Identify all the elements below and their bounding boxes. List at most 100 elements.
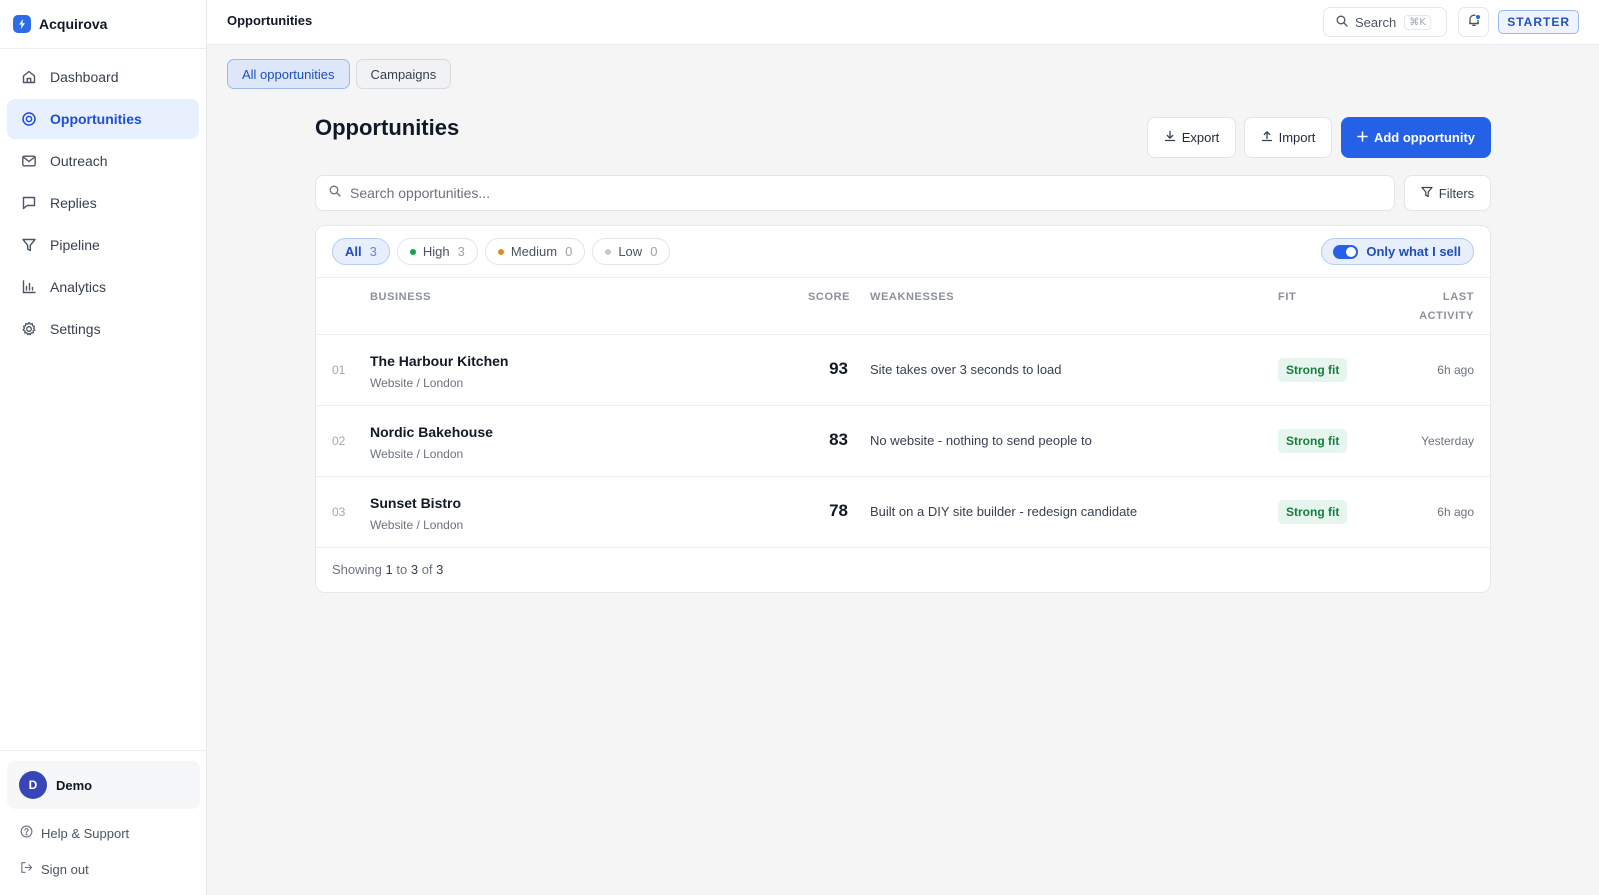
bar-chart-icon	[21, 279, 37, 295]
sidebar-item-label: Analytics	[50, 279, 107, 295]
sidebar-item-settings[interactable]: Settings	[7, 309, 199, 349]
page-title: Opportunities	[315, 115, 460, 140]
last-activity: Yesterday	[1421, 434, 1474, 448]
help-circle-icon	[20, 825, 33, 841]
keyboard-shortcut: ⌘K	[1404, 14, 1431, 30]
business-name[interactable]: The Harbour Kitchen	[370, 353, 508, 369]
business-meta: Website / London	[370, 447, 464, 461]
search-icon	[1336, 15, 1348, 30]
sidebar-item-dashboard[interactable]: Dashboard	[7, 57, 199, 97]
column-last-activity[interactable]: LAST ACTIVITY	[1419, 288, 1474, 326]
chip-count: 3	[457, 244, 465, 259]
tab-all-opportunities[interactable]: All opportunities	[227, 59, 350, 89]
sidebar-footer: D Demo Help & Support Sign out	[0, 750, 207, 895]
sidebar-item-label: Dashboard	[50, 69, 119, 85]
chip-label: Low	[618, 244, 643, 259]
view-tabs: All opportunities Campaigns	[227, 59, 452, 89]
message-icon	[21, 195, 37, 211]
brand[interactable]: Acquirova	[0, 0, 206, 49]
sidebar-item-outreach[interactable]: Outreach	[7, 141, 199, 181]
table-row[interactable]: 03 Sunset Bistro Website / London 78 Bui…	[316, 477, 1490, 548]
user-card[interactable]: D Demo	[7, 761, 200, 809]
toggle-label: Only what I sell	[1366, 244, 1461, 259]
table-row[interactable]: 02 Nordic Bakehouse Website / London 83 …	[316, 406, 1490, 477]
top-bar: Opportunities Search ⌘K STARTER	[207, 0, 1599, 45]
chip-low[interactable]: Low 0	[592, 238, 671, 265]
sidebar-item-replies[interactable]: Replies	[7, 183, 199, 223]
chip-count: 3	[369, 244, 377, 259]
weakness-text: No website - nothing to send people to	[870, 433, 1092, 448]
column-label-line: LAST	[1442, 291, 1474, 303]
pagination-text: to	[396, 562, 408, 577]
sidebar-item-label: Replies	[50, 195, 97, 211]
export-button[interactable]: Export	[1147, 117, 1236, 158]
filter-icon	[1421, 186, 1433, 201]
status-dot	[497, 248, 504, 255]
chip-high[interactable]: High 3	[396, 238, 478, 265]
sidebar-item-opportunities[interactable]: Opportunities	[7, 99, 199, 139]
sign-out-link[interactable]: Sign out	[7, 851, 200, 887]
opportunities-card: All 3 High 3 Medium 0 Low 0 Only what I …	[315, 225, 1491, 593]
add-opportunity-label: Add opportunity	[1373, 130, 1476, 145]
priority-filter-chips: All 3 High 3 Medium 0 Low 0	[332, 238, 671, 265]
global-search-button[interactable]: Search ⌘K	[1323, 7, 1447, 37]
sign-out-icon	[20, 861, 33, 877]
upload-icon	[1261, 130, 1273, 145]
chip-label: High	[422, 244, 450, 259]
row-rank: 03	[332, 505, 346, 519]
sidebar-item-analytics[interactable]: Analytics	[7, 267, 199, 307]
row-rank: 01	[332, 363, 346, 377]
download-icon	[1164, 130, 1176, 145]
column-weaknesses[interactable]: WEAKNESSES	[870, 288, 954, 307]
business-meta: Website / London	[370, 376, 464, 390]
import-button[interactable]: Import	[1244, 117, 1332, 158]
last-activity: 6h ago	[1437, 363, 1474, 377]
toggle-knob	[1346, 246, 1357, 257]
sidebar-item-label: Pipeline	[50, 237, 100, 253]
business-name[interactable]: Nordic Bakehouse	[370, 424, 493, 440]
business-meta: Website / London	[370, 518, 464, 532]
column-label-line: ACTIVITY	[1419, 310, 1474, 322]
sidebar-item-label: Settings	[50, 321, 101, 337]
chip-medium[interactable]: Medium 0	[484, 238, 586, 265]
tab-campaigns[interactable]: Campaigns	[355, 59, 452, 89]
search-input[interactable]	[350, 185, 1350, 201]
status-dot	[605, 248, 612, 255]
chip-label: All	[345, 244, 362, 259]
fit-badge: Strong fit	[1278, 500, 1348, 524]
chip-all[interactable]: All 3	[332, 238, 390, 265]
home-icon	[21, 69, 37, 85]
topbar-title: Opportunities	[227, 13, 313, 28]
target-icon	[21, 111, 37, 127]
status-dot	[409, 248, 416, 255]
column-business[interactable]: BUSINESS	[370, 288, 431, 307]
sidebar-item-label: Outreach	[50, 153, 108, 169]
search-label: Search	[1355, 14, 1397, 30]
toggle-switch[interactable]	[1333, 244, 1359, 259]
business-name[interactable]: Sunset Bistro	[370, 495, 461, 511]
sign-out-label: Sign out	[41, 861, 89, 877]
sidebar-item-pipeline[interactable]: Pipeline	[7, 225, 199, 265]
avatar: D	[19, 771, 47, 799]
chip-count: 0	[565, 244, 573, 259]
pagination-summary: Showing 1 to 3 of 3	[332, 562, 443, 577]
mail-icon	[21, 153, 37, 169]
filters-button[interactable]: Filters	[1404, 175, 1491, 211]
only-what-i-sell-toggle[interactable]: Only what I sell	[1321, 238, 1474, 265]
column-score[interactable]: SCORE	[808, 288, 850, 307]
fit-badge: Strong fit	[1278, 358, 1348, 382]
table-row[interactable]: 01 The Harbour Kitchen Website / London …	[316, 335, 1490, 406]
import-label: Import	[1278, 130, 1316, 145]
filters-label: Filters	[1438, 185, 1475, 201]
notification-dot	[1475, 14, 1481, 20]
pagination-text: of	[421, 562, 433, 577]
weakness-text: Site takes over 3 seconds to load	[870, 362, 1062, 377]
notifications-button[interactable]	[1458, 7, 1489, 37]
gear-icon	[21, 321, 37, 337]
plan-badge[interactable]: STARTER	[1498, 10, 1579, 34]
add-opportunity-button[interactable]: Add opportunity	[1341, 117, 1491, 158]
opportunity-search	[315, 175, 1395, 211]
score-value: 93	[829, 359, 848, 378]
help-support-link[interactable]: Help & Support	[7, 815, 200, 851]
column-fit[interactable]: FIT	[1278, 288, 1296, 307]
